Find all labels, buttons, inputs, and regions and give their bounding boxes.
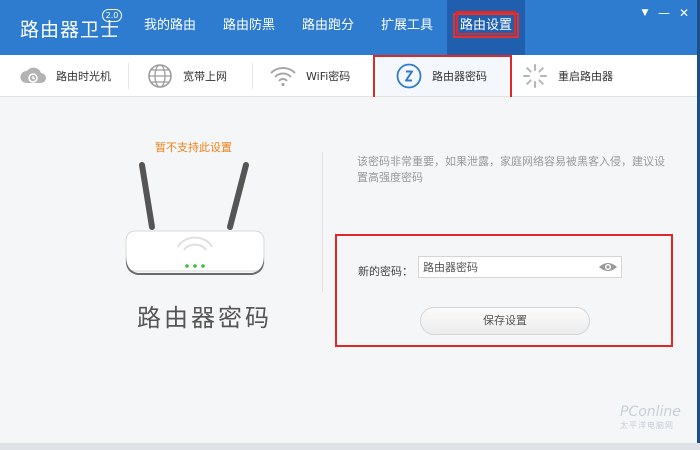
tab-extension-tools[interactable]: 扩展工具 bbox=[372, 0, 442, 55]
watermark: PConline 太平洋电脑网 bbox=[620, 404, 681, 431]
version-badge: 2.0 bbox=[102, 9, 122, 22]
globe-icon bbox=[145, 61, 175, 91]
subnav-label: 路由时光机 bbox=[56, 69, 111, 83]
watermark-brand: PConline bbox=[620, 404, 681, 420]
divider bbox=[128, 63, 129, 89]
subnav-label: 宽带上网 bbox=[183, 69, 227, 83]
divider bbox=[322, 152, 323, 292]
highlight-box-router-password bbox=[373, 55, 512, 100]
title-bar: 路由器卫士 2.0 我的路由 路由防黑 路由跑分 扩展工具 路由设置 ▼ — ✕ bbox=[0, 0, 697, 55]
subnav-router-time-machine[interactable]: 路由时光机 bbox=[18, 55, 111, 96]
cloud-icon bbox=[18, 61, 48, 91]
save-button[interactable]: 保存设置 bbox=[420, 307, 590, 335]
password-input[interactable] bbox=[418, 256, 622, 278]
tab-label: 路由防黑 bbox=[222, 18, 275, 33]
tab-label: 扩展工具 bbox=[380, 18, 433, 33]
page-heading: 路由器密码 bbox=[137, 304, 272, 332]
password-label: 新的密码： bbox=[358, 265, 413, 278]
tab-router-benchmark[interactable]: 路由跑分 bbox=[293, 0, 363, 55]
router-illustration bbox=[125, 162, 265, 275]
taskbar-strip bbox=[0, 443, 700, 450]
show-password-icon[interactable] bbox=[598, 260, 618, 274]
unsupported-notice: 暂不支持此设置 bbox=[155, 141, 232, 154]
main-content: 暂不支持此设置 路由器密码 该密码非常重要，如果泄露，家庭网络容易被黑客入侵，建… bbox=[0, 97, 697, 443]
close-icon[interactable]: ✕ bbox=[677, 6, 691, 20]
tab-label: 路由跑分 bbox=[301, 18, 354, 33]
watermark-tagline: 太平洋电脑网 bbox=[620, 421, 674, 430]
tab-router-defense[interactable]: 路由防黑 bbox=[214, 0, 284, 55]
subnav-restart-router[interactable]: 重启路由器 bbox=[520, 55, 613, 96]
subnav-wifi-password[interactable]: WiFi密码 bbox=[268, 55, 350, 96]
highlight-box-settings-tab bbox=[456, 11, 516, 35]
divider bbox=[252, 63, 253, 89]
tab-my-router[interactable]: 我的路由 bbox=[135, 0, 205, 55]
subnav-broadband[interactable]: 宽带上网 bbox=[145, 55, 227, 96]
wifi-icon bbox=[268, 61, 298, 91]
restart-icon bbox=[520, 61, 550, 91]
minimize-icon[interactable]: — bbox=[657, 6, 671, 20]
settings-subnav: 路由时光机 宽带上网 WiFi密码 路由器密码 重启路由器 bbox=[0, 55, 697, 97]
menu-dropdown-icon[interactable]: ▼ bbox=[638, 6, 652, 20]
subnav-label: WiFi密码 bbox=[306, 69, 351, 83]
security-hint: 该密码非常重要，如果泄露，家庭网络容易被黑客入侵，建议设置高强度密码 bbox=[357, 155, 665, 184]
tab-label: 我的路由 bbox=[143, 18, 196, 33]
subnav-label: 重启路由器 bbox=[558, 69, 613, 83]
